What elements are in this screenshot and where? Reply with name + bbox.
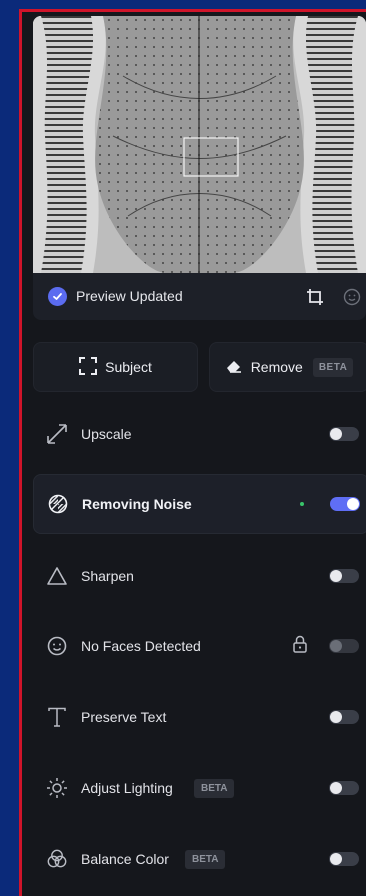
check-circle-icon (48, 287, 67, 306)
preview-image[interactable] (33, 16, 366, 273)
faces-toggle[interactable] (329, 639, 359, 653)
subject-select-icon (79, 356, 98, 378)
enhance-panel: Preview Updated Subject Remove BETA Upsc… (33, 16, 366, 896)
option-label: Removing Noise (82, 496, 192, 512)
remove-noise-toggle[interactable] (330, 497, 360, 511)
preview-status-row: Preview Updated (33, 273, 366, 320)
subject-button-label: Subject (105, 359, 152, 375)
balance-color-toggle[interactable] (329, 852, 359, 866)
preserve-text-toggle[interactable] (329, 710, 359, 724)
subject-button[interactable]: Subject (33, 342, 198, 392)
remove-button[interactable]: Remove BETA (209, 342, 366, 392)
text-icon (45, 705, 69, 729)
sharpen-toggle[interactable] (329, 569, 359, 583)
option-label: Preserve Text (81, 709, 167, 725)
option-label: No Faces Detected (81, 638, 201, 654)
option-label: Balance Color (81, 851, 169, 867)
processing-indicator (300, 502, 304, 506)
option-label: Adjust Lighting (81, 780, 173, 796)
beta-badge: BETA (194, 778, 235, 798)
preview-status-text: Preview Updated (76, 288, 183, 304)
noise-icon (46, 492, 70, 516)
option-remove-noise[interactable]: Removing Noise (33, 474, 366, 534)
preview-card: Preview Updated (33, 16, 366, 320)
lock-icon (291, 634, 309, 659)
sun-icon (45, 776, 69, 800)
option-label: Sharpen (81, 568, 134, 584)
beta-badge: BETA (185, 849, 226, 869)
option-adjust-lighting[interactable]: Adjust Lighting BETA (33, 758, 366, 818)
crop-icon[interactable] (305, 287, 325, 312)
eraser-icon (225, 357, 243, 378)
option-label: Upscale (81, 426, 132, 442)
option-faces[interactable]: No Faces Detected (33, 616, 366, 676)
remove-button-label: Remove (250, 359, 303, 375)
option-upscale[interactable]: Upscale (33, 404, 366, 464)
upscale-toggle[interactable] (329, 427, 359, 441)
adjust-lighting-toggle[interactable] (329, 781, 359, 795)
face-icon (45, 634, 69, 658)
face-detect-icon[interactable] (342, 287, 362, 312)
option-sharpen[interactable]: Sharpen (33, 546, 366, 606)
option-balance-color[interactable]: Balance Color BETA (33, 829, 366, 889)
color-circles-icon (45, 847, 69, 871)
remove-beta-badge: BETA (312, 357, 354, 377)
upscale-arrow-icon (45, 422, 69, 446)
triangle-icon (45, 564, 69, 588)
option-preserve-text[interactable]: Preserve Text (33, 687, 366, 747)
